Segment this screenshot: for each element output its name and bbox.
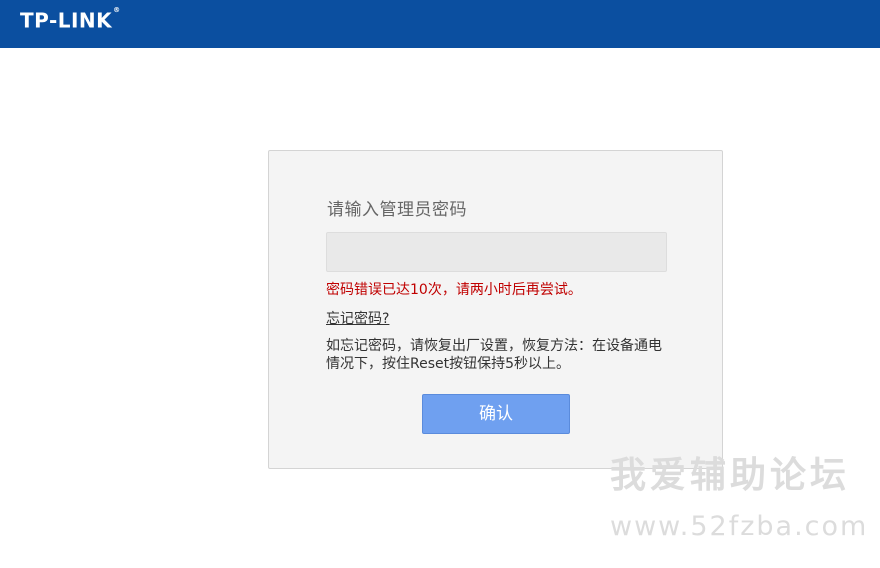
error-message: 密码错误已达10次，请两小时后再尝试。 [326, 282, 582, 298]
watermark-url: www.52fzba.com [610, 511, 869, 542]
logo-text: TP-LINK [20, 8, 113, 33]
login-panel: 请输入管理员密码 密码错误已达10次，请两小时后再尝试。 忘记密码? 如忘记密码… [268, 150, 723, 469]
password-prompt: 请输入管理员密码 [327, 200, 467, 220]
top-header: TP-LINK® [0, 0, 880, 48]
registered-mark: ® [113, 6, 121, 14]
watermark-text: 我爱辅助论坛 [610, 455, 851, 496]
reset-help-text: 如忘记密码，请恢复出厂设置，恢复方法：在设备通电情况下，按住Reset按钮保持5… [326, 338, 662, 372]
password-input[interactable] [326, 232, 667, 272]
confirm-button[interactable]: 确认 [422, 394, 570, 434]
forgot-password-link[interactable]: 忘记密码? [326, 310, 389, 328]
tp-link-logo: TP-LINK® [20, 6, 121, 33]
